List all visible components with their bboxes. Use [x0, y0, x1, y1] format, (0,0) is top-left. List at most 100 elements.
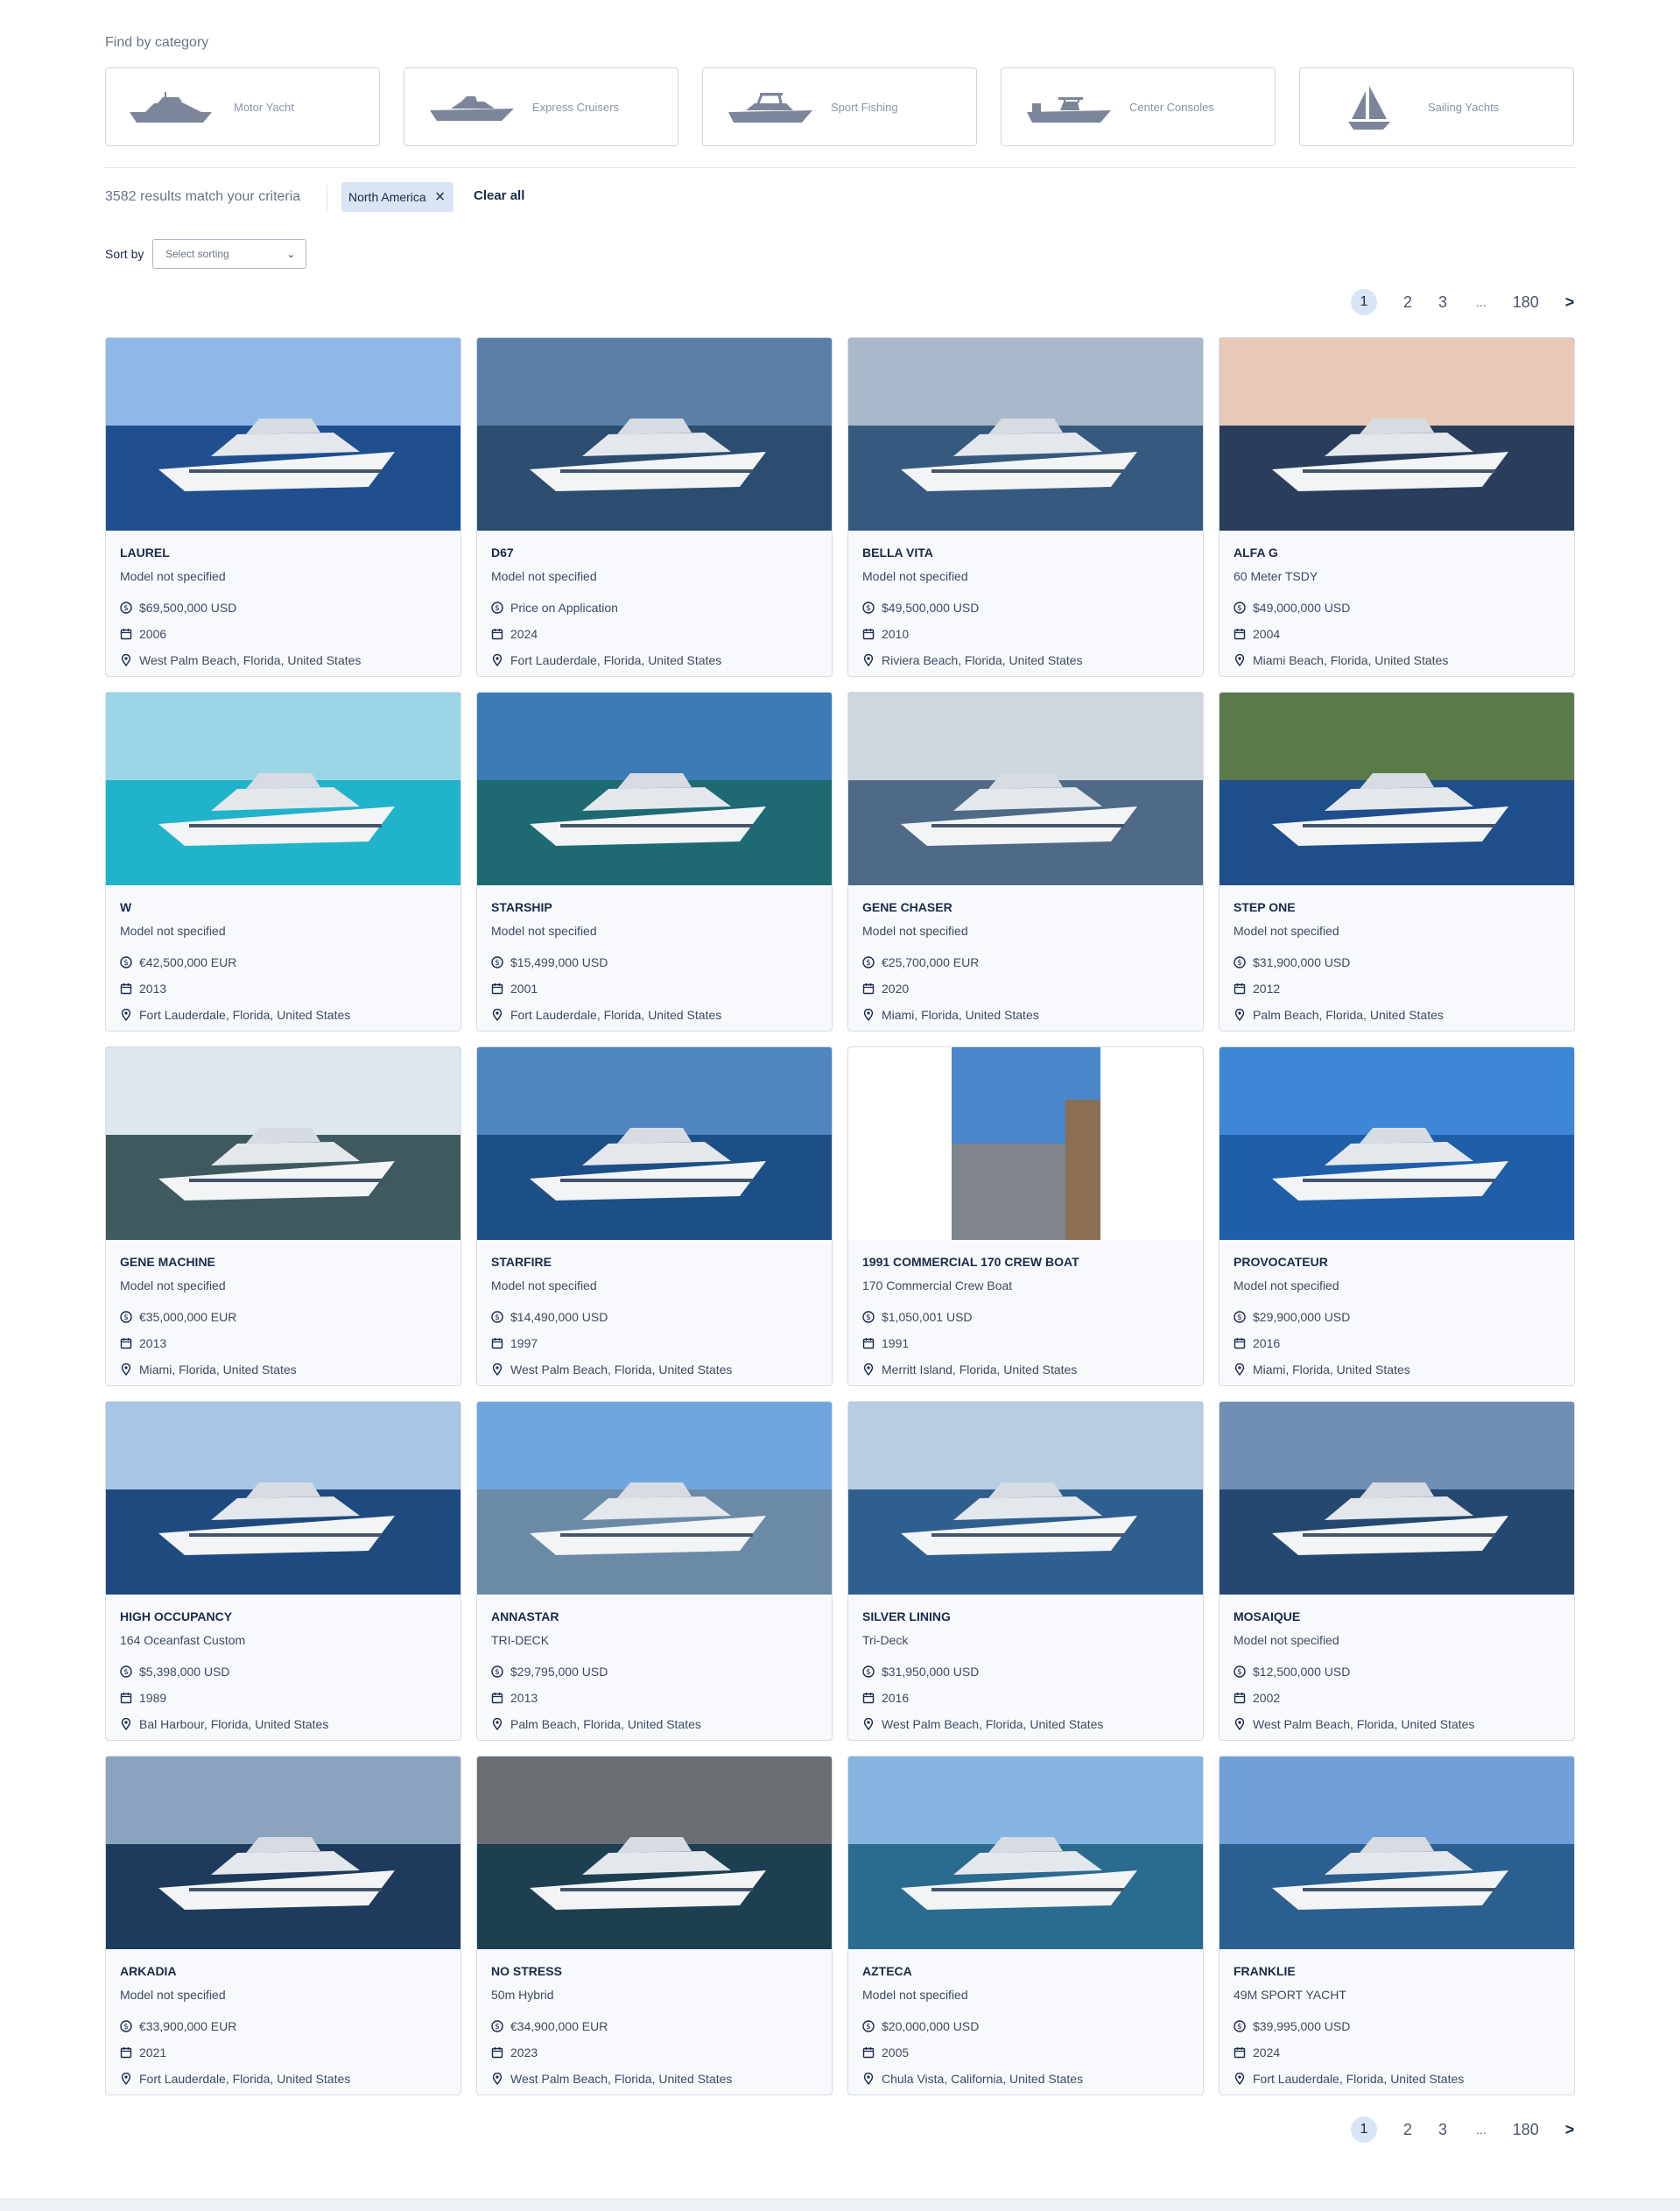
listing-card[interactable]: BELLA VITA Model not specified $ $49,500,00… [847, 337, 1204, 677]
listing-card[interactable]: ARKADIA Model not specified $ €33,900,000 E… [105, 1756, 461, 2095]
yacht-photo[interactable] [848, 338, 1203, 531]
page-link[interactable]: 2 [1403, 293, 1412, 312]
listing-name[interactable]: STARSHIP [491, 900, 818, 924]
page-link[interactable]: 3 [1438, 293, 1447, 312]
page-current[interactable]: 1 [1351, 2116, 1377, 2143]
listing-name[interactable]: LAUREL [120, 546, 446, 569]
yacht-photo[interactable] [106, 1757, 460, 1949]
listing-name[interactable]: PROVOCATEUR [1234, 1255, 1560, 1278]
listing-name[interactable]: BELLA VITA [862, 546, 1189, 569]
listing-name[interactable]: W [120, 900, 446, 924]
page-last[interactable]: 180 [1513, 2121, 1539, 2139]
yacht-photo[interactable] [106, 1047, 460, 1240]
listing-card[interactable]: NO STRESS 50m Hybrid $ €34,900,000 EUR 2023 W… [476, 1756, 833, 2095]
category-center-consoles[interactable]: Center Consoles [1001, 67, 1276, 146]
listing-name[interactable]: GENE CHASER [862, 900, 1189, 924]
listing-price: $39,995,000 USD [1253, 2019, 1351, 2033]
sort-select-value: Select sorting [165, 248, 229, 260]
listing-name[interactable]: ARKADIA [120, 1964, 446, 1988]
category-sport-fishing[interactable]: Sport Fishing [702, 67, 977, 146]
calendar-icon [491, 1337, 503, 1349]
listing-card[interactable]: W Model not specified $ €42,500,000 EUR 2013… [105, 692, 461, 1032]
listing-location-row: Miami, Florida, United States [1234, 1356, 1560, 1383]
clear-all-button[interactable]: Clear all [474, 188, 524, 203]
listing-name[interactable]: GENE MACHINE [120, 1255, 446, 1278]
listing-card[interactable]: PROVOCATEUR Model not specified $ $29,900,0… [1219, 1046, 1575, 1386]
close-icon[interactable]: × [435, 188, 446, 206]
yacht-photo[interactable] [477, 1757, 832, 1949]
listing-card[interactable]: FRANKLIE 49M SPORT YACHT $ $39,995,000 USD 2… [1219, 1756, 1575, 2095]
listing-model: Model not specified [491, 1278, 597, 1292]
listing-card[interactable]: ANNASTAR TRI-DECK $ $29,795,000 USD 2013 Palm… [476, 1401, 833, 1741]
listing-info: ALFA G 60 Meter TSDY $ $49,000,000 USD 2004 M… [1220, 531, 1574, 673]
yacht-photo[interactable] [106, 338, 460, 531]
yacht-photo[interactable] [106, 1402, 460, 1595]
next-page-button[interactable]: > [1565, 293, 1575, 312]
category-sailing-yachts[interactable]: Sailing Yachts [1299, 67, 1574, 146]
listing-name[interactable]: ALFA G [1234, 546, 1560, 569]
listing-model: Model not specified [1234, 924, 1339, 938]
location-pin-icon [491, 654, 503, 666]
listing-card[interactable]: HIGH OCCUPANCY 164 Oceanfast Custom $ $5,39… [105, 1401, 461, 1741]
yacht-photo[interactable] [848, 693, 1203, 885]
page-current[interactable]: 1 [1351, 289, 1377, 315]
listing-location-row: Fort Lauderdale, Florida, United States [1234, 2066, 1560, 2092]
sort-select[interactable]: Select sorting ⌄ [152, 239, 306, 269]
category-label: Center Consoles [1129, 100, 1214, 114]
listing-name[interactable]: D67 [491, 546, 818, 569]
listing-name[interactable]: SILVER LINING [862, 1609, 1189, 1633]
listing-card[interactable]: GENE MACHINE Model not specified $ €35,000,… [105, 1046, 461, 1386]
listing-name[interactable]: NO STRESS [491, 1964, 818, 1988]
yacht-photo[interactable] [1220, 693, 1574, 885]
yacht-photo[interactable] [477, 693, 832, 885]
yacht-photo[interactable] [1220, 1402, 1574, 1595]
yacht-photo[interactable] [1220, 1047, 1574, 1240]
yacht-photo[interactable] [848, 1757, 1203, 1949]
yacht-photo[interactable] [848, 1402, 1203, 1595]
yacht-photo[interactable] [106, 693, 460, 885]
listing-card[interactable]: STARSHIP Model not specified $ $15,499,000 … [476, 692, 833, 1032]
listing-card[interactable]: AZTECA Model not specified $ $20,000,000 US… [847, 1756, 1204, 2095]
page-link[interactable]: 3 [1438, 2121, 1447, 2139]
listing-name[interactable]: AZTECA [862, 1964, 1189, 1988]
listing-info: BELLA VITA Model not specified $ $49,500,00… [848, 531, 1203, 673]
next-page-button[interactable]: > [1565, 2121, 1575, 2139]
listing-card[interactable]: ALFA G 60 Meter TSDY $ $49,000,000 USD 2004 M… [1219, 337, 1575, 677]
category-express-cruisers[interactable]: Express Cruisers [404, 67, 678, 146]
category-motor-yacht[interactable]: Motor Yacht [105, 67, 380, 146]
listing-price: $15,499,000 USD [510, 955, 608, 969]
filter-chip-north-america[interactable]: North America × [341, 182, 454, 212]
listing-card[interactable]: GENE CHASER Model not specified $ €25,700,0… [847, 692, 1204, 1032]
listing-name[interactable]: STARFIRE [491, 1255, 818, 1278]
yacht-photo[interactable] [1220, 338, 1574, 531]
listing-name[interactable]: STEP ONE [1234, 900, 1560, 924]
listing-model: Model not specified [491, 569, 597, 583]
listing-card[interactable]: LAUREL Model not specified $ $69,500,000 US… [105, 337, 461, 677]
listing-card[interactable]: STARFIRE Model not specified $ $14,490,000 … [476, 1046, 833, 1386]
yacht-photo[interactable] [477, 338, 832, 531]
yacht-photo[interactable] [477, 1047, 832, 1240]
listing-location: Merritt Island, Florida, United States [882, 1363, 1078, 1377]
listing-year-row: 2012 [1234, 975, 1560, 1002]
yacht-photo[interactable] [477, 1402, 832, 1595]
listing-price-row: $ $49,000,000 USD [1234, 595, 1560, 621]
listing-info: HIGH OCCUPANCY 164 Oceanfast Custom $ $5,39… [106, 1595, 460, 1737]
listing-name[interactable]: 1991 COMMERCIAL 170 CREW BOAT [862, 1255, 1189, 1278]
listing-card[interactable]: MOSAIQUE Model not specified $ $12,500,000 … [1219, 1401, 1575, 1741]
yacht-photo[interactable] [1220, 1757, 1574, 1949]
listing-name[interactable]: ANNASTAR [491, 1609, 818, 1633]
listing-name[interactable]: HIGH OCCUPANCY [120, 1609, 446, 1633]
yacht-photo[interactable] [848, 1047, 1203, 1240]
listing-price: $1,050,001 USD [882, 1310, 973, 1324]
listing-location-row: Riviera Beach, Florida, United States [862, 647, 1189, 673]
listing-name[interactable]: FRANKLIE [1234, 1964, 1560, 1988]
listing-name[interactable]: MOSAIQUE [1234, 1609, 1560, 1633]
listing-card[interactable]: SILVER LINING Tri-Deck $ $31,950,000 USD 201… [847, 1401, 1204, 1741]
listing-card[interactable]: STEP ONE Model not specified $ $31,900,000 … [1219, 692, 1575, 1032]
location-pin-icon [1234, 2073, 1246, 2085]
page-last[interactable]: 180 [1513, 293, 1539, 312]
listing-card[interactable]: 1991 COMMERCIAL 170 CREW BOAT 170 Commerc… [847, 1046, 1204, 1386]
listing-card[interactable]: D67 Model not specified $ Price on Applicat… [476, 337, 833, 677]
page-link[interactable]: 2 [1403, 2121, 1412, 2139]
listing-year-row: 2016 [1234, 1330, 1560, 1356]
